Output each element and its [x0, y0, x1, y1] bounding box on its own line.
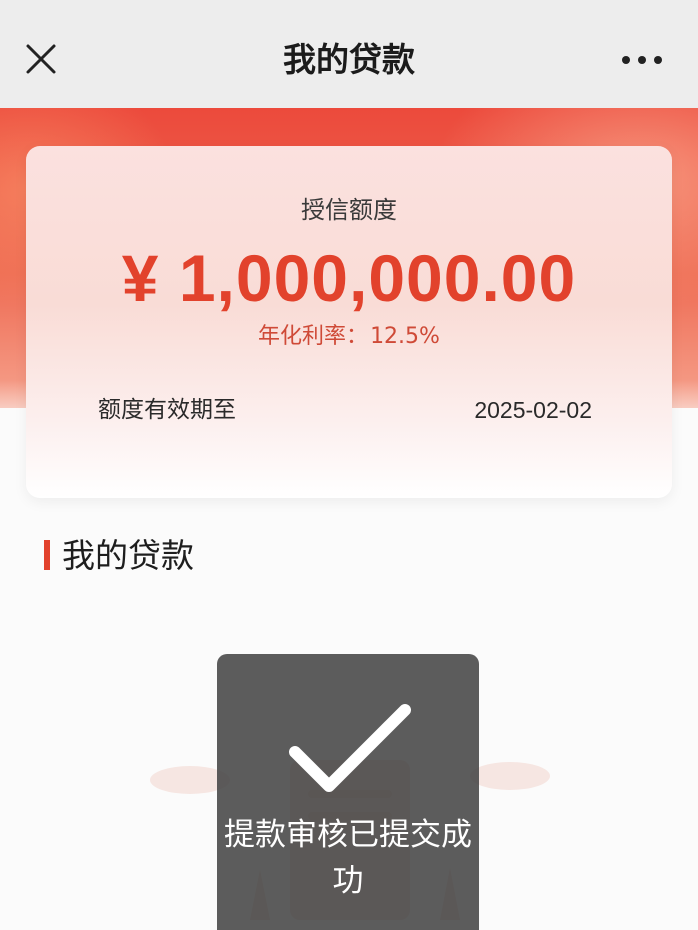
nav-bar: 我的贷款: [0, 0, 698, 108]
annual-rate-label: 年化利率：: [258, 324, 369, 349]
section-accent-bar: [44, 540, 50, 570]
expiry-label: 额度有效期至: [98, 397, 236, 423]
page-title: 我的贷款: [283, 40, 415, 79]
success-toast: 提款审核已提交成功: [217, 654, 479, 930]
credit-limit-label: 授信额度: [301, 196, 397, 224]
credit-limit-card: 授信额度 ¥ 1,000,000.00 年化利率：12.5% 额度有效期至 20…: [26, 146, 672, 498]
annual-rate: 年化利率：12.5%: [26, 322, 672, 352]
expiry-date: 2025-02-02: [474, 397, 592, 423]
annual-rate-value: 12.5%: [370, 324, 440, 349]
credit-limit-amount: ¥ 1,000,000.00: [121, 241, 577, 315]
checkmark-icon: [289, 704, 411, 792]
section-title: 我的贷款: [62, 536, 194, 575]
more-horizontal-icon[interactable]: [620, 52, 664, 68]
toast-message: 提款审核已提交成功: [224, 817, 472, 899]
